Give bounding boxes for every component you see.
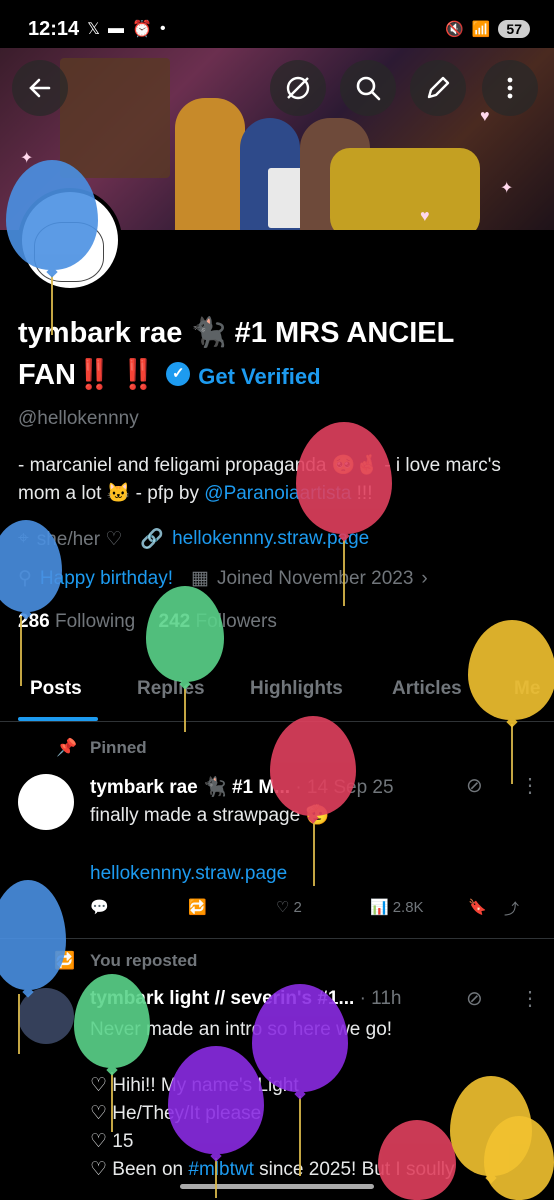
joined-date: Joined November 2023 [216, 567, 414, 589]
more-icon[interactable]: ⋮ [520, 986, 540, 1011]
banner-sofa [330, 148, 480, 230]
profile-name: tymbark rae 🐈‍⬛ #1 MRS ANCIEL FAN‼️ ‼️ ✓ G… [18, 312, 538, 398]
link-icon: 🔗 [140, 529, 165, 550]
tab-articles[interactable]: Articles [392, 678, 462, 700]
balloon [468, 620, 554, 720]
balloon [296, 422, 392, 534]
folder-icon: ▬ [108, 20, 125, 37]
banner-bookshelf [60, 58, 170, 178]
balloon-string [51, 275, 53, 335]
balloon-string [184, 686, 186, 732]
pinned-label: Pinned [90, 738, 147, 757]
grok-icon[interactable]: ⊘ [466, 986, 483, 1011]
following-link[interactable]: 286 Following [18, 611, 135, 632]
tweet-link[interactable]: hellokennny.straw.page [90, 860, 287, 888]
text-segment: ♡ Been on [90, 1159, 189, 1180]
verified-badge-icon[interactable]: ✓ [166, 362, 191, 387]
balloon [168, 1046, 264, 1154]
balloon-string [111, 1072, 113, 1132]
banner-figure [175, 98, 245, 230]
balloon-string [20, 616, 22, 686]
wifi-icon: 📶 [471, 21, 491, 38]
alarm-icon: ⏰ [132, 21, 152, 38]
dot-icon: • [159, 20, 166, 37]
back-arrow-icon [29, 78, 51, 98]
balloon [74, 974, 150, 1068]
meta-row-dates: ⚲ Happy birthday! ▦ Joined November 2023… [18, 567, 428, 590]
views-button[interactable]: 📊 2.8K [370, 898, 424, 917]
like-count: 2 [293, 898, 302, 916]
back-button[interactable] [12, 60, 68, 116]
share-icon[interactable]: ⤴ [504, 898, 519, 919]
more-icon [507, 77, 513, 99]
grok-button[interactable] [270, 60, 326, 116]
reply-icon[interactable]: 💬 [90, 898, 109, 916]
get-verified-link[interactable]: Get Verified [198, 364, 320, 389]
balloon [6, 160, 98, 270]
view-count: 2.8K [392, 898, 424, 916]
retweet-icon[interactable]: 🔁 [188, 898, 207, 916]
tweet-date: · 11h [359, 988, 402, 1009]
divider [0, 938, 554, 939]
search-icon [356, 76, 381, 101]
hashtag-link[interactable]: #mlbtwt [188, 1159, 253, 1180]
balloon-string [299, 1096, 301, 1176]
active-tab-indicator [18, 717, 98, 721]
tab-replies[interactable]: Replies [137, 678, 205, 700]
balloon [484, 1116, 554, 1200]
edit-button[interactable] [410, 60, 466, 116]
following-label: Following [54, 611, 136, 632]
status-left: 12:14 𝕏 ▬ ⏰ • [28, 18, 166, 41]
tweet-avatar[interactable] [18, 774, 74, 830]
profile-handle: @hellokennny [18, 408, 139, 429]
search-button[interactable] [340, 60, 396, 116]
balloon [270, 716, 356, 816]
balloon [378, 1120, 456, 1200]
like-button[interactable]: ♡ 2 [276, 898, 302, 917]
clock: 12:14 [28, 17, 80, 40]
battery-indicator: 57 [498, 20, 530, 38]
mute-icon: 🔇 [445, 21, 464, 38]
tab-highlights[interactable]: Highlights [250, 678, 343, 700]
status-right: 🔇 📶 57 [445, 20, 530, 38]
sparkle-icon: ✦ [500, 180, 514, 197]
balloon-string [215, 1158, 217, 1198]
pin-icon: 📌 [56, 738, 78, 757]
heart-icon: ♥ [480, 108, 490, 125]
balloon [146, 586, 224, 682]
grok-icon[interactable]: ⊘ [466, 773, 483, 798]
meta-row-pronouns: ⌖ she/her ♡ 🔗 hellokennny.straw.page [18, 527, 369, 551]
tweet-author[interactable]: tymbark rae 🐈‍⬛ #1 M... [90, 777, 290, 798]
balloon-string [343, 540, 345, 606]
more-button[interactable] [482, 60, 538, 116]
chevron-right-icon[interactable]: › [421, 568, 427, 590]
profile-bio: - marcaniel and feligami propaganda 🥺🤞 -… [18, 452, 538, 508]
grok-icon [286, 76, 310, 100]
more-icon[interactable]: ⋮ [520, 773, 540, 798]
balloon [252, 984, 348, 1092]
name-emoji: ‼️ ‼️ [76, 359, 157, 391]
bookmark-icon[interactable]: 🔖 [468, 898, 487, 916]
heart-icon: ♥ [420, 208, 430, 225]
tab-posts[interactable]: Posts [30, 678, 82, 700]
balloon-string [18, 994, 20, 1054]
tweet-text-line: ♡ 15 [90, 1131, 134, 1152]
x-notification-icon: 𝕏 [87, 21, 101, 38]
gesture-bar[interactable] [180, 1184, 374, 1189]
balloon-string [511, 724, 513, 784]
edit-icon [427, 76, 450, 99]
balloon [0, 880, 66, 990]
status-bar: 12:14 𝕏 ▬ ⏰ • 🔇 📶 57 [0, 0, 554, 58]
balloon-string [313, 820, 315, 886]
reposted-label: You reposted [90, 951, 198, 970]
